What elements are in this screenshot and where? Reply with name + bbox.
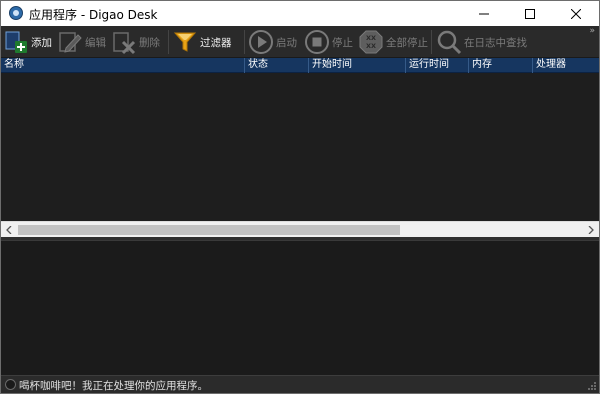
chevron-left-icon: [6, 226, 12, 234]
edit-button-label: 编辑: [85, 36, 106, 49]
status-message: 喝杯咖啡吧！我正在处理你的应用程序。: [19, 380, 208, 392]
start-button-label: 启动: [276, 36, 297, 49]
grid-header: 名称 状态 开始时间 运行时间 内存 处理器: [1, 58, 599, 73]
title-bar: 应用程序 - Digao Desk: [1, 1, 599, 26]
log-pane[interactable]: [1, 240, 599, 375]
app-icon: [9, 6, 23, 20]
resize-grip-icon[interactable]: [587, 381, 597, 391]
coffee-icon: [5, 379, 16, 390]
column-header-memory[interactable]: 内存: [469, 58, 533, 73]
search-icon: [437, 30, 462, 55]
add-icon: [5, 31, 27, 53]
add-button[interactable]: 添加: [3, 26, 52, 58]
close-icon: [571, 8, 581, 19]
close-button[interactable]: [553, 1, 599, 26]
minimize-icon: [479, 13, 489, 14]
stop-icon: [305, 30, 329, 54]
column-header-cpu[interactable]: 处理器: [533, 58, 599, 73]
toolbar-separator: [431, 30, 432, 54]
window-title: 应用程序 - Digao Desk: [29, 8, 158, 22]
toolbar-separator: [168, 30, 169, 54]
column-header-name[interactable]: 名称: [1, 58, 245, 73]
filter-icon: [173, 32, 197, 52]
column-header-run-time[interactable]: 运行时间: [406, 58, 469, 73]
column-header-status[interactable]: 状态: [245, 58, 309, 73]
filter-button[interactable]: 过滤器: [172, 26, 232, 58]
play-icon: [249, 30, 273, 54]
maximize-button[interactable]: [507, 1, 553, 26]
find-in-log-button[interactable]: 在日志中查找: [436, 26, 527, 58]
scroll-left-button[interactable]: [1, 222, 17, 238]
svg-text:XX: XX: [366, 42, 376, 50]
toolbar-overflow-button[interactable]: »: [589, 26, 595, 36]
stop-all-button[interactable]: XX XX 全部停止: [358, 26, 428, 58]
find-in-log-button-label: 在日志中查找: [464, 36, 527, 49]
chevron-right-icon: [588, 226, 594, 234]
minimize-button[interactable]: [461, 1, 507, 26]
add-button-label: 添加: [31, 36, 52, 49]
stop-button-label: 停止: [332, 36, 353, 49]
scrollbar-thumb[interactable]: [18, 225, 400, 235]
delete-icon: [113, 32, 136, 55]
column-header-start-time[interactable]: 开始时间: [309, 58, 406, 73]
status-bar: 喝杯咖啡吧！我正在处理你的应用程序。: [1, 375, 599, 393]
svg-text:XX: XX: [366, 34, 376, 42]
filter-button-label: 过滤器: [200, 36, 232, 49]
edit-icon: [59, 32, 82, 53]
edit-button[interactable]: 编辑: [57, 26, 106, 58]
stop-all-button-label: 全部停止: [386, 36, 428, 49]
delete-button[interactable]: 删除: [111, 26, 160, 58]
applications-grid[interactable]: 名称 状态 开始时间 运行时间 内存 处理器: [1, 58, 599, 221]
scroll-right-button[interactable]: [583, 222, 599, 238]
horizontal-scrollbar[interactable]: [1, 221, 599, 237]
start-button[interactable]: 启动: [248, 26, 297, 58]
stop-button[interactable]: 停止: [304, 26, 353, 58]
stop-all-icon: XX XX: [359, 30, 383, 54]
main-window: 应用程序 - Digao Desk 添加 编辑 删除 过滤器 启动 停止 XX …: [0, 0, 600, 394]
toolbar-separator: [244, 30, 245, 54]
delete-button-label: 删除: [139, 36, 160, 49]
maximize-icon: [525, 8, 535, 19]
toolbar: 添加 编辑 删除 过滤器 启动 停止 XX XX 全部停止 在日志中查找 »: [1, 26, 599, 58]
